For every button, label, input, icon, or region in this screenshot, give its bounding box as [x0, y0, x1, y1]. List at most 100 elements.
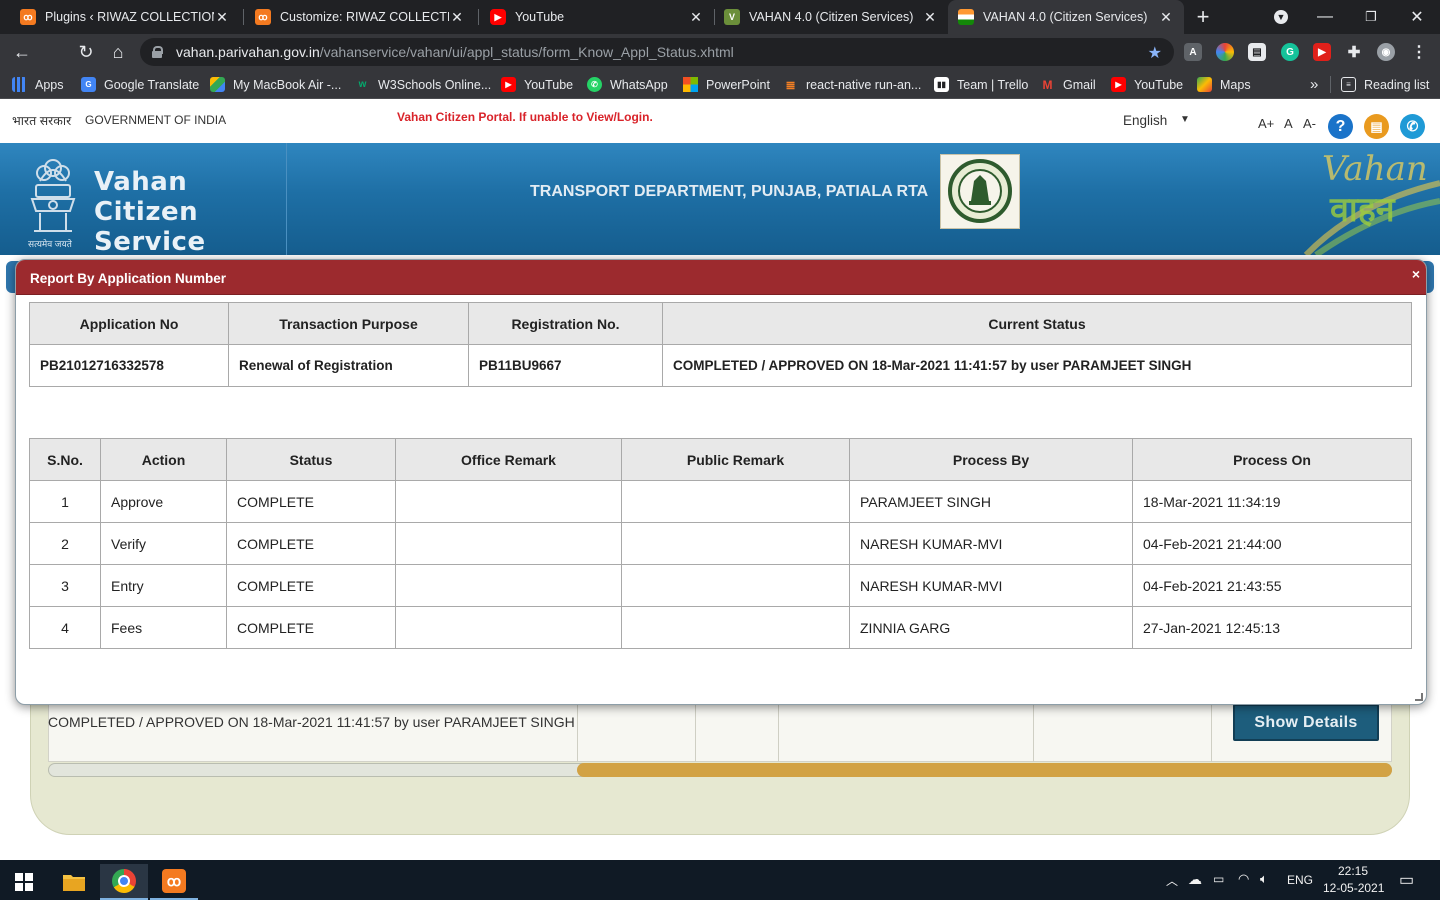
tab-vahan-active[interactable]: VAHAN 4.0 (Citizen Services) ✕ — [948, 0, 1184, 34]
office-remark-cell — [395, 606, 622, 649]
notification-center-icon[interactable]: ▭ — [1399, 870, 1414, 890]
extensions-puzzle-icon[interactable]: ✚ — [1345, 43, 1363, 61]
tab-plugins[interactable]: ꝏ Plugins ‹ RIWAZ COLLECTION — ✕ — [10, 0, 240, 34]
stackoverflow-icon: ≣ — [785, 77, 796, 92]
clock-date[interactable]: 12-05-2021 — [1323, 881, 1384, 895]
input-language[interactable]: ENG — [1287, 873, 1313, 887]
notes-extension-icon[interactable]: ▤ — [1248, 43, 1266, 61]
bookmark-w3schools[interactable]: w W3Schools Online... — [355, 76, 492, 93]
close-window-button[interactable]: ✕ — [1394, 0, 1440, 34]
file-explorer-button[interactable] — [50, 864, 98, 900]
language-select[interactable]: English — [1123, 113, 1167, 128]
status-cell: COMPLETE — [226, 564, 396, 607]
tab-customize[interactable]: ꝏ Customize: RIWAZ COLLECTION ✕ — [245, 0, 475, 34]
column-header: Public Remark — [621, 438, 850, 481]
government-of-india-label: GOVERNMENT OF INDIA — [85, 113, 227, 127]
translate-extension-icon[interactable]: A — [1184, 43, 1202, 61]
process-by-cell: NARESH KUMAR-MVI — [849, 564, 1133, 607]
bookmark-label: YouTube — [524, 77, 574, 92]
bookmark-gmail[interactable]: M Gmail — [1040, 76, 1096, 93]
tab-search-button[interactable]: ▼ — [1258, 0, 1304, 34]
tab-vahan-1[interactable]: V VAHAN 4.0 (Citizen Services) ✕ — [714, 0, 948, 34]
tab-youtube[interactable]: ▶ YouTube ✕ — [480, 0, 714, 34]
bookmark-maps[interactable]: Maps — [1197, 76, 1251, 93]
reading-list-button[interactable]: ≡ Reading list — [1341, 76, 1429, 93]
bookmark-label: Gmail — [1063, 77, 1096, 92]
grammarly-icon[interactable]: G — [1281, 43, 1299, 61]
clock-time[interactable]: 22:15 — [1338, 864, 1368, 878]
new-tab-button[interactable]: + — [1180, 0, 1226, 34]
background-status-text: COMPLETED / APPROVED ON 18-Mar-2021 11:4… — [48, 714, 575, 730]
site-title: Vahan Citizen Service — [94, 167, 206, 257]
chrome-menu-icon[interactable]: ⋮ — [1410, 43, 1428, 61]
restore-button[interactable]: ❐ — [1348, 0, 1394, 34]
site-banner: सत्यमेव जयते Vahan Citizen Service TRANS… — [0, 143, 1440, 257]
tab-title: VAHAN 4.0 (Citizen Services) — [749, 10, 914, 24]
close-tab-icon[interactable]: ✕ — [922, 9, 938, 26]
pdf-extension-icon[interactable]: ▶ — [1313, 43, 1331, 61]
close-tab-icon[interactable]: ✕ — [214, 9, 230, 26]
back-button[interactable]: ← — [8, 38, 36, 66]
bookmarks-overflow-button[interactable]: » — [1310, 76, 1318, 93]
minimize-button[interactable]: — — [1302, 0, 1348, 34]
whatsapp-icon: ✆ — [587, 77, 602, 92]
bookmark-react-native[interactable]: ≣ react-native run-an... — [783, 76, 921, 93]
w3schools-icon: w — [358, 79, 367, 90]
bookmark-powerpoint[interactable]: PowerPoint — [683, 76, 770, 93]
battery-icon[interactable]: ▭ — [1213, 872, 1224, 886]
close-tab-icon[interactable]: ✕ — [688, 9, 704, 26]
table-column-divider — [1033, 700, 1034, 762]
table-row: 4 Fees COMPLETE ZINNIA GARG 27-Jan-2021 … — [29, 606, 1412, 649]
start-button[interactable] — [0, 864, 48, 900]
show-hidden-icons-icon[interactable]: ︿ — [1166, 872, 1178, 889]
bookmark-whatsapp[interactable]: ✆ WhatsApp — [587, 76, 668, 93]
bookmark-macbook[interactable]: My MacBook Air -... — [210, 76, 341, 93]
address-bar[interactable]: vahan.parivahan.gov.in/vahanservice/vaha… — [140, 38, 1174, 66]
registration-number: PB11BU9667 — [468, 344, 663, 387]
tab-title: Customize: RIWAZ COLLECTION — [280, 10, 449, 24]
bookmark-star-icon[interactable]: ★ — [1148, 43, 1162, 63]
bookmark-label: WhatsApp — [610, 77, 668, 92]
caret-down-icon[interactable]: ▼ — [1180, 114, 1190, 125]
status-cell: COMPLETE — [226, 522, 396, 565]
process-history-table: S.No. Action Status Office Remark Public… — [29, 438, 1412, 649]
show-details-button[interactable]: Show Details — [1233, 704, 1379, 741]
column-header: Process On — [1132, 438, 1412, 481]
reload-button[interactable]: ↻ — [72, 38, 100, 66]
column-header: S.No. — [29, 438, 101, 481]
font-normal-button[interactable]: A — [1284, 116, 1293, 131]
resize-handle[interactable] — [1415, 693, 1423, 701]
wifi-icon[interactable]: ◠ — [1238, 871, 1249, 887]
manual-book-icon[interactable]: ▤ — [1364, 114, 1389, 139]
help-icon[interactable]: ? — [1328, 114, 1353, 139]
font-decrease-button[interactable]: A- — [1303, 116, 1316, 131]
bookmark-google-translate[interactable]: G Google Translate — [81, 76, 199, 93]
close-icon[interactable]: × — [1412, 266, 1420, 282]
phone-icon[interactable]: ✆ — [1400, 114, 1425, 139]
bookmark-apps[interactable]: Apps — [12, 76, 64, 93]
tab-title: VAHAN 4.0 (Citizen Services) — [983, 10, 1148, 24]
close-tab-icon[interactable]: ✕ — [1158, 9, 1174, 26]
xampp-taskbar-button[interactable]: ꝏ — [150, 864, 198, 900]
chrome-taskbar-button[interactable] — [100, 864, 148, 900]
color-picker-extension-icon[interactable] — [1216, 43, 1234, 61]
bookmark-trello[interactable]: ▮▮ Team | Trello — [934, 76, 1028, 93]
dialog-header[interactable]: Report By Application Number × — [16, 260, 1426, 295]
bookmark-youtube[interactable]: ▶ YouTube — [501, 76, 573, 93]
bookmark-youtube-2[interactable]: ▶ YouTube — [1111, 76, 1183, 93]
current-status: COMPLETED / APPROVED ON 18-Mar-2021 11:4… — [662, 344, 1412, 387]
volume-icon[interactable]: 🔈︎ — [1260, 871, 1268, 887]
gmail-icon: M — [1042, 77, 1053, 92]
portal-notice-link[interactable]: Vahan Citizen Portal. If unable to View/… — [397, 110, 653, 124]
close-tab-icon[interactable]: ✕ — [449, 9, 465, 26]
bookmark-label: react-native run-an... — [806, 77, 922, 92]
reading-list-icon: ≡ — [1341, 77, 1356, 92]
home-button[interactable]: ⌂ — [104, 38, 132, 66]
government-bar: भारत सरकार GOVERNMENT OF INDIA Vahan Cit… — [0, 100, 1440, 143]
font-increase-button[interactable]: A+ — [1258, 116, 1274, 131]
profile-avatar[interactable]: ◉ — [1377, 43, 1395, 61]
windows-logo-icon — [15, 873, 33, 891]
scrollbar-thumb[interactable] — [577, 763, 1392, 777]
onedrive-cloud-icon[interactable]: ☁ — [1188, 871, 1202, 888]
column-header: Office Remark — [395, 438, 622, 481]
